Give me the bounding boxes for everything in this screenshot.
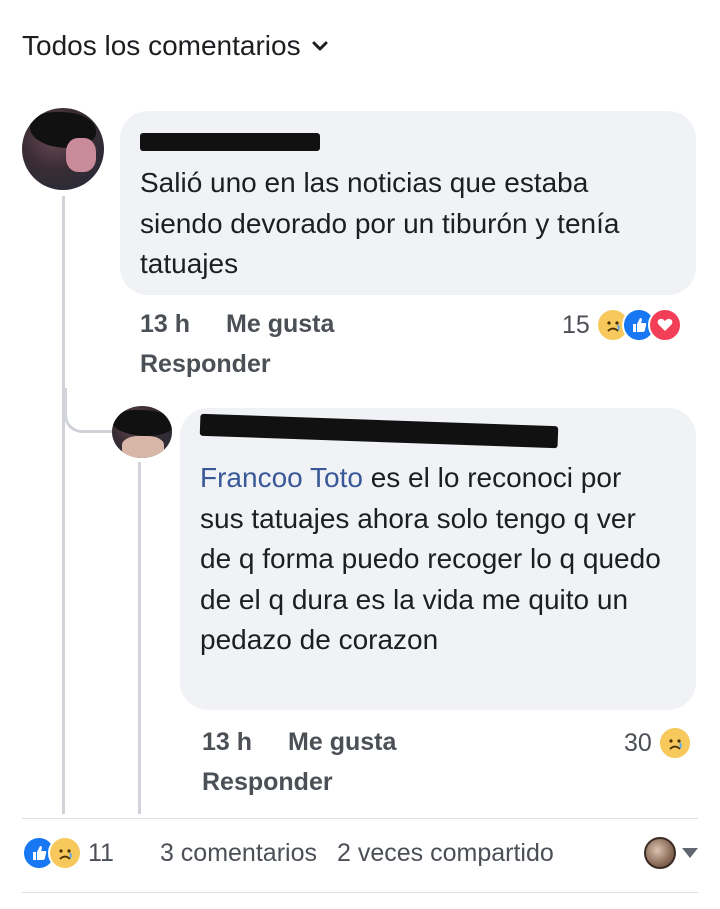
reaction-count: 15: [562, 310, 590, 339]
sad-reaction-icon: [657, 726, 692, 760]
like-button[interactable]: Me gusta: [226, 310, 334, 339]
comment-text: Salió uno en las noticias que estaba sie…: [140, 167, 620, 279]
reply-actions: 13 h Me gusta: [202, 728, 396, 757]
post-reactions[interactable]: 11: [22, 836, 114, 870]
post-as-selector[interactable]: [644, 837, 698, 869]
avatar[interactable]: [112, 406, 172, 458]
reply-connector: [64, 388, 119, 433]
reaction-summary[interactable]: 30: [624, 726, 692, 760]
comment-actions: 13 h Me gusta: [140, 310, 334, 339]
thread-line: [138, 462, 141, 814]
comments-count-link[interactable]: 3 comentarios: [160, 839, 317, 868]
author-name-redacted: [199, 413, 559, 449]
avatar[interactable]: [22, 108, 104, 190]
reply-time: 13 h: [202, 728, 253, 756]
reply-bubble: Francoo Toto es el lo reconoci por sus t…: [180, 408, 696, 710]
avatar-redaction: [112, 410, 172, 436]
divider: [22, 892, 698, 893]
shares-count-link[interactable]: 2 veces compartido: [337, 839, 554, 868]
reply-button[interactable]: Responder: [202, 768, 333, 797]
post-reaction-count: 11: [88, 838, 114, 867]
reply-button[interactable]: Responder: [140, 350, 271, 379]
comment-bubble: Salió uno en las noticias que estaba sie…: [120, 111, 696, 295]
mention-link[interactable]: Francoo Toto: [200, 462, 363, 493]
comments-filter[interactable]: Todos los comentarios: [22, 30, 329, 62]
comments-filter-label: Todos los comentarios: [22, 30, 301, 61]
avatar: [644, 837, 676, 869]
chevron-down-icon: [312, 41, 328, 51]
comment-time: 13 h: [140, 310, 191, 338]
author-name-redacted: [140, 133, 320, 151]
post-footer: 11 3 comentarios 2 veces compartido: [22, 836, 698, 870]
love-reaction-icon: [647, 308, 682, 342]
reply-text: Francoo Toto es el lo reconoci por sus t…: [200, 462, 661, 655]
like-button[interactable]: Me gusta: [288, 728, 396, 757]
divider: [22, 818, 698, 819]
reaction-count: 30: [624, 728, 652, 757]
sad-reaction-icon: [48, 836, 82, 870]
reaction-summary[interactable]: 15: [562, 308, 682, 342]
dropdown-arrow-icon: [682, 848, 698, 858]
thread-line: [62, 196, 65, 814]
